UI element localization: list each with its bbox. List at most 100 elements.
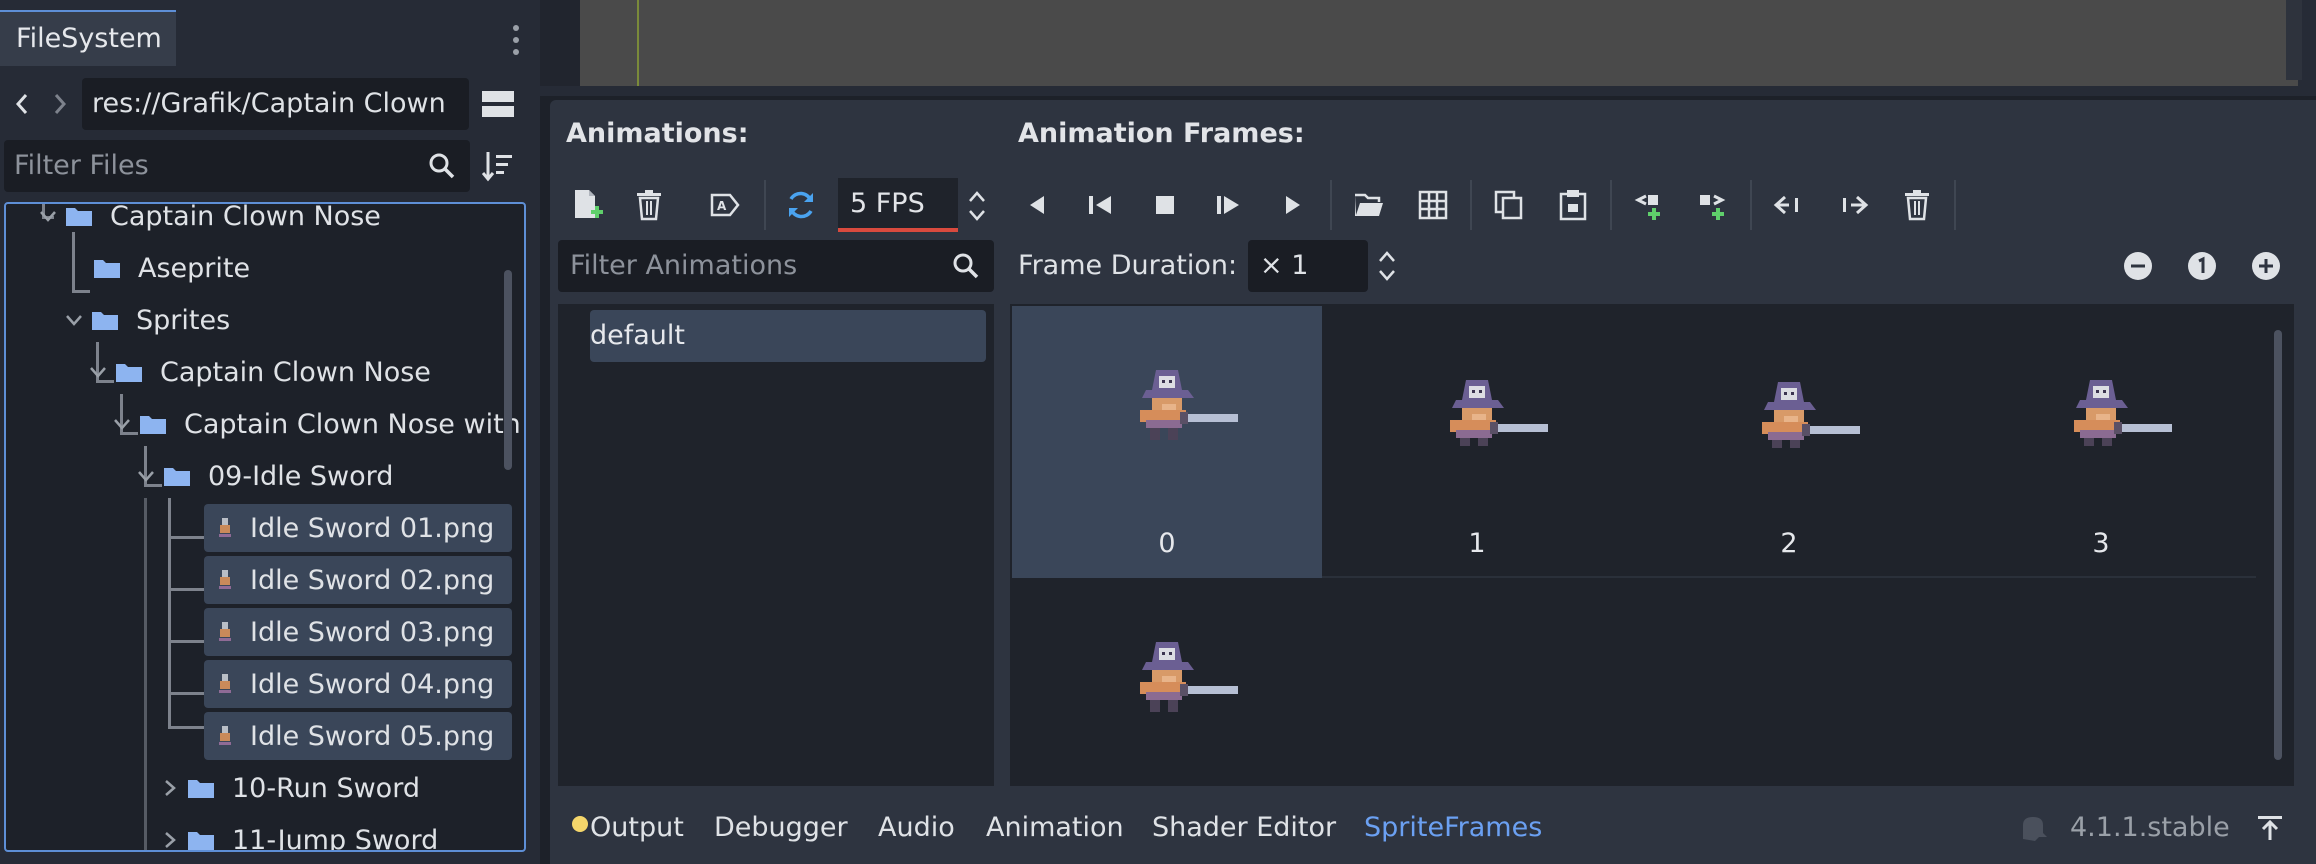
- tree-file-row[interactable]: Idle Sword 04.png: [204, 660, 512, 708]
- captain-clown-sprite: [2066, 378, 2176, 464]
- tab-animation[interactable]: Animation: [986, 806, 1124, 850]
- tree-item-label: Captain Clown Nose: [160, 356, 431, 388]
- move-frame-left-icon[interactable]: [1766, 182, 1812, 228]
- tab-debugger[interactable]: Debugger: [714, 806, 848, 850]
- file-tree[interactable]: Captain Clown Nose Aseprite Sprites Capt…: [4, 202, 526, 852]
- frame-cell[interactable]: 0: [1012, 306, 1322, 578]
- chevron-right-icon[interactable]: [158, 828, 182, 850]
- frame-index-label: 0: [1158, 528, 1176, 559]
- tree-folder-row[interactable]: Captain Clown Nose: [36, 204, 381, 240]
- filter-files-input[interactable]: Filter Files: [4, 140, 470, 192]
- tree-folder-row[interactable]: Captain Clown Nose: [86, 348, 431, 396]
- autoload-animation-icon[interactable]: A: [702, 182, 748, 228]
- folder-icon: [162, 464, 192, 488]
- paste-icon[interactable]: [1550, 182, 1596, 228]
- play-from-start-icon[interactable]: [1206, 182, 1252, 228]
- search-icon: [946, 248, 986, 284]
- tree-scrollbar[interactable]: [504, 270, 512, 470]
- folder-icon: [90, 308, 120, 332]
- viewport-canvas[interactable]: [580, 0, 2298, 86]
- split-mode-icon[interactable]: [478, 84, 518, 124]
- stop-icon[interactable]: [1142, 182, 1188, 228]
- update-spinner-icon[interactable]: [2016, 810, 2052, 846]
- open-folder-icon[interactable]: [1346, 182, 1392, 228]
- delete-animation-icon[interactable]: [626, 182, 672, 228]
- captain-clown-sprite: [1132, 640, 1242, 726]
- chevron-down-icon[interactable]: [36, 204, 60, 228]
- chevron-left-icon[interactable]: [8, 84, 36, 124]
- tree-folder-row[interactable]: 11-Jump Sword: [158, 816, 439, 852]
- tree-file-row[interactable]: Idle Sword 02.png: [204, 556, 512, 604]
- tree-folder-row[interactable]: 10-Run Sword: [158, 764, 420, 812]
- move-frame-right-icon[interactable]: [1830, 182, 1876, 228]
- tab-shader-editor[interactable]: Shader Editor: [1152, 806, 1336, 850]
- viewport-scrollbar[interactable]: [2286, 0, 2302, 80]
- sprite-sheet-grid-icon[interactable]: [1410, 182, 1456, 228]
- animation-list[interactable]: [558, 304, 994, 786]
- spinner-arrows-icon[interactable]: [962, 184, 992, 228]
- spinner-arrows-icon[interactable]: [1372, 244, 1402, 288]
- sort-icon[interactable]: [478, 146, 518, 186]
- play-icon[interactable]: [1270, 182, 1316, 228]
- play-backwards-from-end-icon[interactable]: [1078, 182, 1124, 228]
- frame-cell[interactable]: 1: [1322, 306, 1632, 578]
- frame-grid-scrollbar[interactable]: [2274, 330, 2282, 760]
- frame-cell[interactable]: [1012, 580, 1322, 780]
- animation-frames-heading: Animation Frames:: [1018, 118, 1305, 149]
- tab-spriteframes[interactable]: SpriteFrames: [1364, 806, 1542, 850]
- expand-panel-icon[interactable]: [2248, 806, 2292, 850]
- toolbar-separator: [1470, 180, 1472, 230]
- tree-item-label: 10-Run Sword: [232, 772, 420, 804]
- tree-file-row[interactable]: Idle Sword 03.png: [204, 608, 512, 656]
- image-file-icon: [214, 722, 236, 750]
- fps-input[interactable]: 5 FPS: [838, 178, 958, 232]
- zoom-in-icon[interactable]: [2246, 246, 2286, 286]
- tab-filesystem[interactable]: FileSystem: [0, 10, 176, 66]
- tree-file-row[interactable]: Idle Sword 01.png: [204, 504, 512, 552]
- captain-clown-sprite: [1132, 368, 1242, 454]
- chevron-down-icon[interactable]: [110, 412, 134, 436]
- zoom-out-icon[interactable]: [2118, 246, 2158, 286]
- chevron-down-icon[interactable]: [62, 308, 86, 332]
- frame-cell[interactable]: 3: [1946, 306, 2256, 578]
- svg-text:A: A: [717, 199, 727, 213]
- tree-folder-row[interactable]: Captain Clown Nose with: [110, 400, 521, 448]
- loop-icon[interactable]: [778, 182, 824, 228]
- toolbar-separator: [1330, 180, 1332, 230]
- chevron-right-icon[interactable]: [158, 776, 182, 800]
- folder-icon: [64, 204, 94, 228]
- animation-item-default[interactable]: default: [590, 310, 986, 362]
- chevron-right-icon[interactable]: [46, 84, 74, 124]
- tree-item-label: 11-Jump Sword: [232, 824, 439, 852]
- dock-menu-icon[interactable]: [506, 18, 526, 62]
- image-file-icon: [214, 566, 236, 594]
- chevron-down-icon[interactable]: [86, 360, 110, 384]
- tree-folder-row[interactable]: Aseprite: [92, 244, 250, 292]
- delete-frame-icon[interactable]: [1894, 182, 1940, 228]
- tree-file-row[interactable]: Idle Sword 05.png: [204, 712, 512, 760]
- viewport-axis-line: [637, 0, 639, 86]
- output-notification-dot: [572, 816, 588, 832]
- path-field[interactable]: res://Grafik/Captain Clown: [82, 78, 469, 130]
- tree-folder-row[interactable]: 09-Idle Sword: [134, 452, 393, 500]
- tree-item-label: Sprites: [136, 304, 231, 336]
- copy-icon[interactable]: [1486, 182, 1532, 228]
- frame-cell[interactable]: 2: [1634, 306, 1944, 578]
- tree-item-label: Captain Clown Nose with: [184, 408, 521, 440]
- tab-audio[interactable]: Audio: [878, 806, 955, 850]
- insert-frame-before-icon[interactable]: [1626, 182, 1672, 228]
- tree-folder-row[interactable]: Sprites: [62, 296, 230, 344]
- zoom-reset-icon[interactable]: [2182, 246, 2222, 286]
- toolbar-separator: [764, 180, 766, 230]
- search-icon: [422, 148, 462, 184]
- frame-duration-input[interactable]: × 1: [1248, 240, 1368, 292]
- filter-animations-input[interactable]: Filter Animations: [558, 240, 994, 292]
- frame-duration-label: Frame Duration:: [1018, 250, 1238, 281]
- tab-output[interactable]: Output: [590, 806, 684, 850]
- new-animation-icon[interactable]: [564, 182, 610, 228]
- insert-frame-after-icon[interactable]: [1690, 182, 1736, 228]
- version-label[interactable]: 4.1.1.stable: [2070, 806, 2230, 850]
- folder-icon: [186, 828, 216, 850]
- play-backwards-icon[interactable]: [1014, 182, 1060, 228]
- chevron-down-icon[interactable]: [134, 464, 158, 488]
